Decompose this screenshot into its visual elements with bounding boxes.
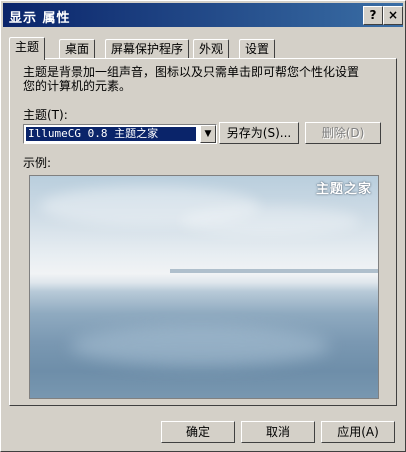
tab-appearance[interactable]: 外观 bbox=[193, 39, 230, 58]
title-bar[interactable]: 显示 属性 ? × bbox=[3, 3, 403, 27]
chevron-down-icon[interactable]: ▼ bbox=[200, 125, 216, 143]
theme-label: 主题(T): bbox=[23, 108, 68, 122]
tab-screensaver[interactable]: 屏幕保护程序 bbox=[105, 39, 190, 58]
tab-settings[interactable]: 设置 bbox=[239, 39, 276, 58]
preview-water-shine bbox=[70, 326, 330, 366]
delete-button[interactable]: 删除(D) bbox=[305, 122, 381, 144]
ok-button[interactable]: 确定 bbox=[161, 421, 235, 443]
apply-button[interactable]: 应用(A) bbox=[321, 421, 395, 443]
theme-select-value: IllumeCG 0.8 主题之家 bbox=[26, 127, 196, 141]
preview-cloud bbox=[180, 206, 360, 236]
window-title: 显示 属性 bbox=[9, 11, 71, 26]
display-properties-window: 显示 属性 ? × 主题 桌面 屏幕保护程序 外观 设置 主题是背景加一组声音，… bbox=[0, 0, 406, 452]
cancel-button[interactable]: 取消 bbox=[241, 421, 315, 443]
preview-horizon bbox=[170, 269, 378, 273]
sample-label: 示例: bbox=[23, 156, 52, 170]
description-line-1: 主题是背景加一组声音，图标以及只需单击即可帮您个性化设置 bbox=[23, 65, 360, 79]
preview-watermark: 主题之家 bbox=[315, 182, 372, 197]
theme-description: 主题是背景加一组声音，图标以及只需单击即可帮您个性化设置 您的计算机的元素。 bbox=[23, 65, 383, 93]
tab-theme[interactable]: 主题 bbox=[9, 37, 46, 60]
close-button[interactable]: × bbox=[383, 6, 403, 25]
help-button[interactable]: ? bbox=[363, 6, 383, 25]
save-as-button[interactable]: 另存为(S)... bbox=[219, 122, 299, 144]
theme-preview: 主题之家 bbox=[29, 175, 379, 399]
description-line-2: 您的计算机的元素。 bbox=[23, 79, 132, 93]
theme-select[interactable]: IllumeCG 0.8 主题之家 ▼ bbox=[23, 124, 217, 144]
tab-desktop[interactable]: 桌面 bbox=[59, 39, 96, 58]
